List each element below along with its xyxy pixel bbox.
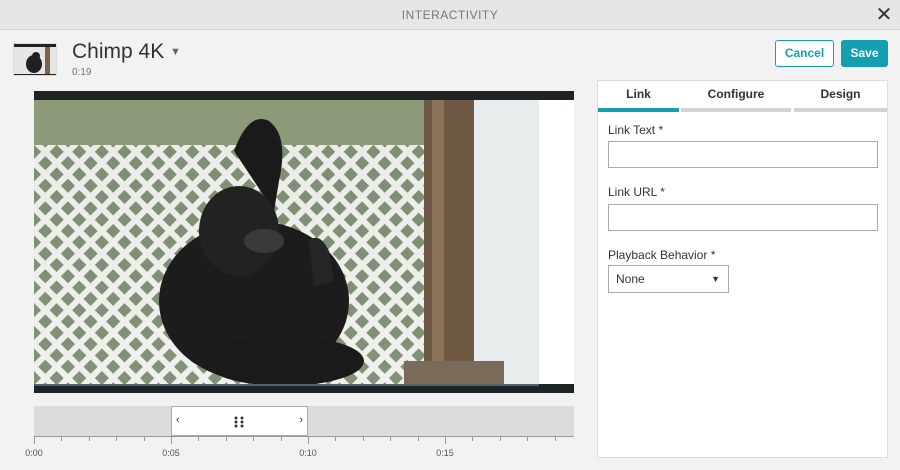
drag-handle-icon[interactable] — [234, 415, 244, 428]
tab-indicator — [681, 108, 791, 112]
time-label: 0:15 — [436, 448, 454, 458]
interactivity-panel: Link Configure Design Link Text * Link U… — [597, 80, 888, 458]
video-duration: 0:19 — [72, 67, 92, 78]
video-thumbnail — [13, 43, 57, 76]
tab-design[interactable]: Design — [794, 81, 887, 112]
chevron-down-icon: ▼ — [711, 274, 720, 284]
video-player[interactable] — [34, 91, 574, 393]
chevron-down-icon[interactable]: ▼ — [170, 46, 181, 58]
time-label: 0:10 — [299, 448, 317, 458]
time-label: 0:05 — [162, 448, 180, 458]
time-label: 0:00 — [25, 448, 43, 458]
chevron-right-icon[interactable]: › — [299, 414, 303, 426]
window-title: INTERACTIVITY — [401, 8, 499, 22]
playback-behavior-select[interactable]: None ▼ — [608, 265, 729, 293]
tab-label: Link — [626, 87, 651, 101]
timeline-ruler: 0:00 0:05 0:10 0:15 — [25, 436, 574, 466]
video-title: Chimp 4K — [72, 40, 165, 63]
link-url-label: Link URL * — [608, 185, 665, 199]
ruler-axis — [34, 436, 574, 437]
save-button[interactable]: Save — [841, 40, 888, 67]
close-icon[interactable]: ✕ — [874, 5, 894, 25]
tab-bar: Link Configure Design — [598, 81, 887, 112]
ruler-tick — [253, 436, 254, 441]
tab-indicator — [598, 108, 679, 112]
ruler-tick — [61, 436, 62, 441]
tab-configure[interactable]: Configure — [681, 81, 791, 112]
tab-label: Configure — [707, 87, 765, 101]
ruler-tick — [171, 436, 172, 444]
video-frame — [34, 91, 574, 393]
ruler-tick — [472, 436, 473, 441]
tab-label: Design — [820, 87, 861, 101]
tab-link[interactable]: Link — [598, 81, 679, 112]
ruler-tick — [116, 436, 117, 441]
selection-range[interactable]: ‹ › — [171, 406, 308, 436]
ruler-tick — [390, 436, 391, 441]
cancel-button[interactable]: Cancel — [775, 40, 834, 67]
ruler-tick — [308, 436, 309, 444]
timeline-track[interactable]: ‹ › — [34, 406, 574, 436]
ruler-tick — [555, 436, 556, 441]
tab-indicator — [794, 108, 887, 112]
ruler-tick — [89, 436, 90, 441]
ruler-tick — [363, 436, 364, 441]
ruler-tick — [527, 436, 528, 441]
chevron-left-icon[interactable]: ‹ — [176, 414, 180, 426]
ruler-tick — [34, 436, 35, 444]
link-text-input[interactable] — [608, 141, 878, 168]
link-url-input[interactable] — [608, 204, 878, 231]
ruler-tick — [281, 436, 282, 441]
ruler-tick — [226, 436, 227, 441]
ruler-tick — [144, 436, 145, 441]
ruler-tick — [445, 436, 446, 444]
link-text-label: Link Text * — [608, 123, 664, 137]
playback-behavior-label: Playback Behavior * — [608, 248, 716, 262]
ruler-tick — [418, 436, 419, 441]
ruler-tick — [335, 436, 336, 441]
ruler-tick — [198, 436, 199, 441]
playback-behavior-value: None — [616, 272, 645, 286]
title-bar: INTERACTIVITY ✕ — [0, 0, 900, 30]
ruler-tick — [500, 436, 501, 441]
